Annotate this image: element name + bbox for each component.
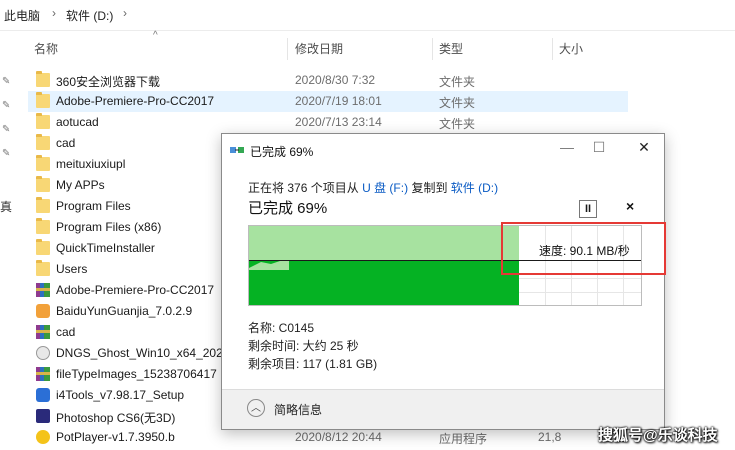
file-name: Adobe-Premiere-Pro-CC2017: [56, 283, 215, 297]
close-icon[interactable]: ✕: [629, 139, 659, 156]
application-icon: [36, 409, 50, 423]
column-divider[interactable]: [552, 38, 553, 60]
application-icon: [36, 304, 50, 318]
item-name: 名称: C0145: [248, 321, 315, 335]
archive-icon: [36, 283, 50, 297]
application-icon: [36, 430, 50, 444]
file-name: Program Files: [56, 199, 131, 213]
breadcrumb-this-pc[interactable]: 此电脑: [4, 7, 40, 24]
folder-icon: [36, 218, 50, 234]
folder-icon: [36, 113, 50, 129]
file-name: cad: [56, 325, 76, 339]
file-name: My APPs: [56, 178, 105, 192]
nav-item-partial[interactable]: 真: [0, 198, 12, 215]
file-name: aotucad: [56, 115, 99, 129]
file-date: 2020/8/12 20:44: [295, 430, 382, 444]
file-name: cad: [56, 136, 76, 150]
dialog-title: 已完成 69%: [250, 145, 314, 159]
file-row[interactable]: aotucad 2020/7/13 23:14 文件夹: [28, 112, 628, 133]
column-header-modified[interactable]: 修改日期: [295, 34, 343, 64]
copy-progress-dialog: 已完成 69% — ☐ ✕ 正在将 376 个项目从 U 盘 (F:) 复制到 …: [221, 133, 665, 430]
file-name: Photoshop CS6(无3D): [56, 411, 176, 425]
column-header-type[interactable]: 类型: [439, 34, 463, 64]
sort-ascending-icon: ^: [153, 30, 158, 41]
column-divider[interactable]: [287, 38, 288, 60]
pin-icon[interactable]: ✎: [2, 76, 12, 87]
file-name: Adobe-Premiere-Pro-CC2017: [56, 94, 215, 108]
minimize-icon[interactable]: —: [552, 139, 582, 155]
file-size: 21,8: [538, 430, 562, 444]
file-type: 文件夹: [439, 75, 476, 89]
folder-icon: [36, 134, 50, 150]
copy-text-to: 复制到: [411, 181, 448, 195]
copy-text-prefix: 正在将: [248, 181, 285, 195]
file-name: QuickTimeInstaller: [56, 241, 155, 255]
simple-info-toggle[interactable]: 简略信息: [274, 401, 322, 418]
pin-icon[interactable]: ✎: [2, 100, 12, 111]
file-name: i4Tools_v7.98.17_Setup: [56, 388, 185, 402]
application-icon: [36, 346, 50, 360]
folder-icon: [36, 155, 50, 171]
column-divider[interactable]: [432, 38, 433, 60]
progress-percent-label: 已完成 69%: [248, 200, 328, 217]
folder-icon: [36, 197, 50, 213]
pause-button[interactable]: II: [579, 200, 597, 218]
file-name: Program Files (x86): [56, 220, 162, 234]
file-type: 文件夹: [439, 117, 476, 131]
copy-destination-link[interactable]: 软件 (D:): [451, 181, 498, 195]
file-type: 文件夹: [439, 96, 476, 110]
pin-icon[interactable]: ✎: [2, 124, 12, 135]
navigation-pane-edge: ✎ ✎ ✎ ✎ 真: [0, 30, 18, 450]
breadcrumb-separator-icon[interactable]: ›: [52, 6, 56, 20]
chevron-up-icon[interactable]: ︿: [247, 399, 265, 417]
maximize-icon[interactable]: ☐: [584, 139, 614, 156]
file-name: DNGS_Ghost_Win10_x64_202: [56, 346, 223, 360]
file-name: fileTypeImages_15238706417: [56, 367, 217, 381]
file-row[interactable]: PotPlayer-v1.7.3950.b 2020/8/12 20:44 应用程序…: [28, 427, 628, 448]
file-date: 2020/7/19 18:01: [295, 94, 382, 108]
breadcrumb-drive-d[interactable]: 软件 (D:): [66, 7, 113, 24]
items-remaining: 剩余项目: 117 (1.81 GB): [248, 357, 378, 371]
pin-icon[interactable]: ✎: [2, 148, 12, 159]
folder-icon: [36, 260, 50, 276]
watermark: 搜狐号@乐谈科技: [598, 427, 718, 444]
file-date: 2020/8/30 7:32: [295, 73, 376, 87]
archive-icon: [36, 325, 50, 339]
folder-icon: [36, 71, 50, 87]
file-name: meituxiuxiupl: [56, 157, 126, 171]
column-header-name[interactable]: 名称: [34, 34, 58, 64]
file-type: 应用程序: [439, 432, 488, 446]
copy-source-link[interactable]: U 盘 (F:): [362, 181, 408, 195]
application-icon: [36, 388, 50, 402]
speed-history-fill: [249, 261, 520, 305]
file-name: BaiduYunGuanjia_7.0.2.9: [56, 304, 193, 318]
file-name: 360安全浏览器下载: [56, 75, 161, 89]
copy-item-count: 376: [287, 181, 308, 195]
archive-icon: [36, 367, 50, 381]
file-date: 2020/7/13 23:14: [295, 115, 382, 129]
copy-progress-icon: [230, 147, 244, 153]
speed-highlight-annotation: [501, 222, 666, 275]
cancel-copy-button[interactable]: ×: [626, 198, 634, 214]
file-name: Users: [56, 262, 88, 276]
copy-text-from: 个项目从: [310, 181, 359, 195]
column-header-size[interactable]: 大小: [559, 34, 583, 64]
copy-description: 正在将 376 个项目从 U 盘 (F:) 复制到 软件 (D:): [248, 179, 498, 196]
time-remaining: 剩余时间: 大约 25 秒: [248, 339, 359, 353]
file-row[interactable]: 360安全浏览器下载 2020/8/30 7:32 文件夹: [28, 70, 628, 91]
address-breadcrumb: 此电脑 › 软件 (D:) ›: [0, 0, 735, 31]
folder-icon: [36, 239, 50, 255]
folder-icon: [36, 92, 50, 108]
speed-ramp-shape: [249, 260, 289, 270]
breadcrumb-chevron-icon[interactable]: ›: [123, 6, 127, 20]
file-name: PotPlayer-v1.7.3950.b: [56, 430, 175, 444]
folder-icon: [36, 176, 50, 192]
file-row[interactable]: Adobe-Premiere-Pro-CC2017 2020/7/19 18:01…: [28, 91, 628, 112]
